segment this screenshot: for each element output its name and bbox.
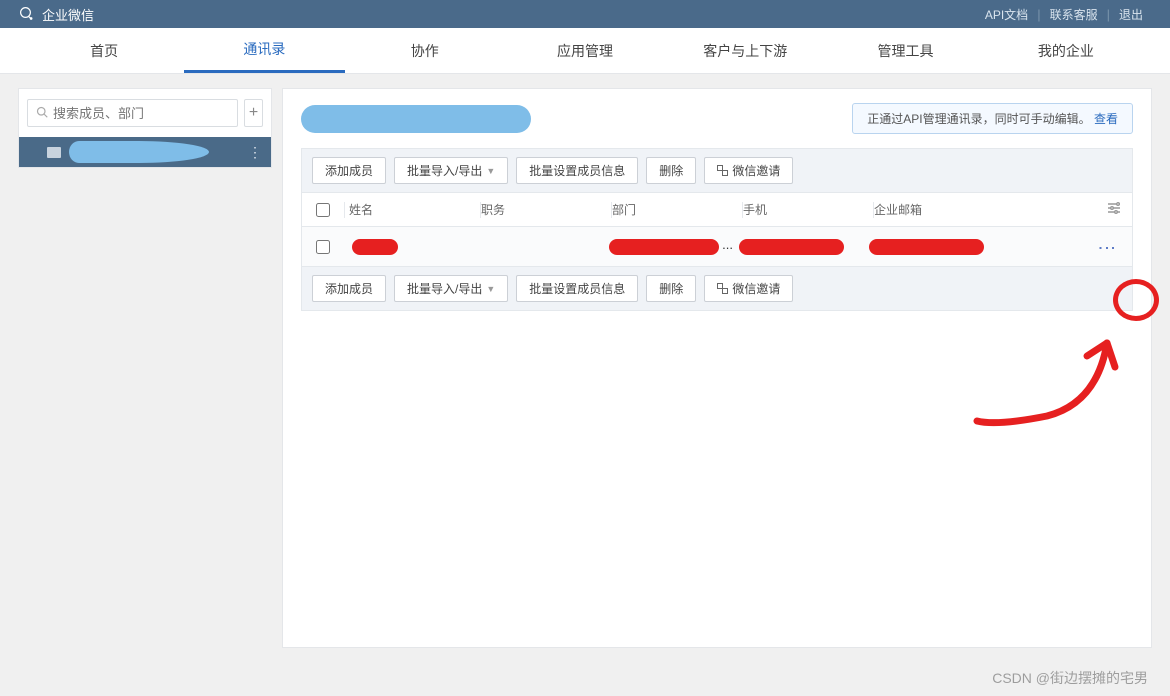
add-member-button-2[interactable]: 添加成员 [312, 275, 386, 302]
wechat-invite-button[interactable]: 微信邀请 [704, 157, 793, 184]
search-input[interactable] [53, 106, 229, 121]
redaction-dept-title [301, 105, 531, 133]
redaction-phone [739, 239, 844, 255]
caret-down-icon: ▼ [486, 166, 495, 176]
notice-link[interactable]: 查看 [1094, 112, 1118, 126]
watermark: CSDN @街边摆摊的宅男 [992, 668, 1148, 688]
add-member-button[interactable]: 添加成员 [312, 157, 386, 184]
batch-import-button[interactable]: 批量导入/导出▼ [394, 157, 508, 184]
nav-home[interactable]: 首页 [24, 28, 184, 73]
nav-customers[interactable]: 客户与上下游 [665, 28, 825, 73]
delete-button[interactable]: 删除 [646, 157, 696, 184]
dept-sidebar: + ⋮ [18, 88, 272, 168]
redaction-dept-name [69, 141, 209, 163]
select-all-checkbox[interactable] [316, 203, 330, 217]
add-dept-button[interactable]: + [244, 99, 263, 127]
nav-apps[interactable]: 应用管理 [505, 28, 665, 73]
wechat-invite-button-2[interactable]: 微信邀请 [704, 275, 793, 302]
main-nav: 首页 通讯录 协作 应用管理 客户与上下游 管理工具 我的企业 [0, 28, 1170, 74]
batch-import-button-2[interactable]: 批量导入/导出▼ [394, 275, 508, 302]
annotation-arrow [967, 321, 1127, 431]
table-header: 姓名 职务 部门 手机 企业邮箱 [301, 193, 1133, 227]
redaction-name [352, 239, 398, 255]
qrcode-icon [717, 283, 728, 294]
dept-more-icon[interactable]: ⋮ [248, 144, 261, 161]
nav-collab[interactable]: 协作 [345, 28, 505, 73]
batch-set-button[interactable]: 批量设置成员信息 [516, 157, 638, 184]
app-title: 企业微信 [42, 5, 94, 24]
batch-set-button-2[interactable]: 批量设置成员信息 [516, 275, 638, 302]
col-email: 企业邮箱 [874, 201, 1096, 218]
nav-mycompany[interactable]: 我的企业 [986, 28, 1146, 73]
app-logo: 企业微信 [18, 5, 94, 24]
redaction-email [869, 239, 984, 255]
col-job: 职务 [481, 201, 611, 218]
redaction-dept [609, 239, 719, 255]
search-box[interactable] [27, 99, 238, 127]
caret-down-icon: ▼ [486, 284, 495, 294]
dept-tree-item[interactable]: ⋮ [19, 137, 271, 167]
nav-tools[interactable]: 管理工具 [825, 28, 985, 73]
toolbar-bottom: 添加成员 批量导入/导出▼ 批量设置成员信息 删除 微信邀请 [301, 267, 1133, 311]
top-link-api[interactable]: API文档 [976, 6, 1037, 23]
top-link-support[interactable]: 联系客服 [1041, 6, 1107, 23]
nav-contacts[interactable]: 通讯录 [184, 28, 344, 73]
search-icon [36, 106, 48, 121]
top-link-logout[interactable]: 退出 [1110, 6, 1152, 23]
top-bar: 企业微信 API文档 | 联系客服 | 退出 [0, 0, 1170, 28]
toolbar-top: 添加成员 批量导入/导出▼ 批量设置成员信息 删除 微信邀请 [301, 148, 1133, 193]
col-phone: 手机 [743, 201, 873, 218]
api-notice: 正通过API管理通讯录，同时可手动编辑。 查看 [852, 103, 1133, 134]
row-checkbox[interactable] [316, 240, 330, 254]
row-more-icon[interactable] [1096, 239, 1118, 254]
table-row[interactable] [301, 227, 1133, 267]
col-name: 姓名 [345, 201, 480, 218]
content-panel: 正通过API管理通讯录，同时可手动编辑。 查看 添加成员 批量导入/导出▼ 批量… [282, 88, 1152, 648]
notice-text: 正通过API管理通讯录，同时可手动编辑。 [867, 112, 1090, 126]
delete-button-2[interactable]: 删除 [646, 275, 696, 302]
wecom-logo-icon [18, 5, 36, 23]
column-settings-icon[interactable] [1096, 202, 1132, 217]
folder-icon [47, 147, 61, 158]
qrcode-icon [717, 165, 728, 176]
col-dept: 部门 [612, 201, 742, 218]
